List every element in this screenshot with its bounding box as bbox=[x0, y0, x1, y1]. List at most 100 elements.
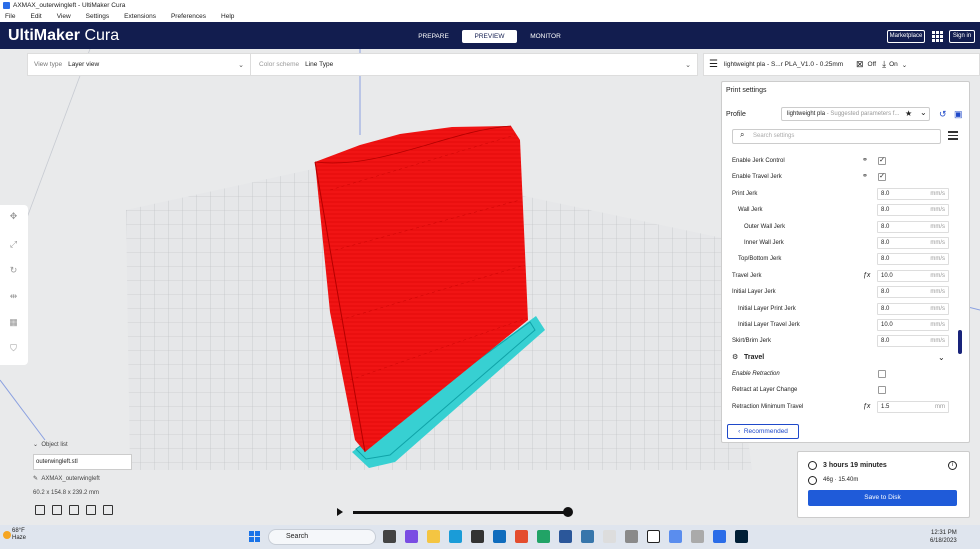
material-usage: 46g · 15.40m bbox=[823, 477, 859, 483]
object-name-field[interactable]: outerwingleft.stl bbox=[33, 454, 132, 470]
setting-checkbox[interactable] bbox=[878, 370, 886, 379]
favorite-star-icon[interactable]: ★ bbox=[905, 109, 912, 118]
menu-file[interactable]: File bbox=[5, 13, 15, 20]
recommended-button[interactable]: ‹ Recommended bbox=[727, 424, 799, 439]
view-top-icon[interactable] bbox=[69, 505, 79, 515]
brand-logo: UltiMaker Cura bbox=[8, 27, 120, 44]
setting-label: Print Jerk bbox=[732, 190, 758, 197]
rotate-icon[interactable]: ↻ bbox=[8, 265, 19, 276]
menu-settings[interactable]: Settings bbox=[86, 13, 110, 20]
office-icon[interactable] bbox=[515, 530, 528, 543]
function-icon[interactable]: ƒx bbox=[863, 268, 870, 284]
file-explorer-icon[interactable] bbox=[427, 530, 440, 543]
system-clock[interactable]: 12:31 PM 6/18/2023 bbox=[930, 529, 957, 545]
start-icon[interactable] bbox=[249, 531, 260, 542]
app-header: UltiMaker Cura PREPARE PREVIEW MONITOR M… bbox=[0, 22, 980, 49]
settings-scrollbar[interactable] bbox=[958, 330, 962, 354]
view-type-select[interactable]: View type Layer view ⌄ bbox=[28, 61, 250, 69]
view-front-icon[interactable] bbox=[52, 505, 62, 515]
app3-icon[interactable] bbox=[691, 530, 704, 543]
tab-prepare[interactable]: PREPARE bbox=[406, 30, 461, 43]
apps-grid-icon[interactable] bbox=[932, 31, 943, 42]
setting-input[interactable]: 8.0 mm/s bbox=[877, 335, 949, 348]
link-icon[interactable]: ⚭ bbox=[862, 153, 868, 169]
app2-icon[interactable] bbox=[669, 530, 682, 543]
save-to-disk-button[interactable]: Save to Disk bbox=[808, 490, 957, 506]
tab-monitor[interactable]: MONITOR bbox=[518, 30, 573, 43]
mail-icon[interactable] bbox=[493, 530, 506, 543]
setting-input[interactable]: 10.0 mm/s bbox=[877, 318, 949, 331]
tab-preview[interactable]: PREVIEW bbox=[462, 30, 517, 43]
setting-input[interactable]: 8.0 mm/s bbox=[877, 286, 949, 299]
setting-input[interactable]: 8.0 mm/s bbox=[877, 253, 949, 266]
support-blocker-icon[interactable]: ⛉ bbox=[8, 343, 19, 354]
info-icon[interactable]: i bbox=[948, 461, 957, 470]
play-icon[interactable] bbox=[337, 508, 343, 516]
chevron-down-icon[interactable]: ⌄ bbox=[938, 350, 945, 366]
settings-search-input[interactable]: Search settings bbox=[732, 129, 941, 144]
object-list-toggle[interactable]: ⌄ Object list bbox=[33, 441, 68, 448]
store-icon[interactable] bbox=[471, 530, 484, 543]
setting-input[interactable]: 8.0 mm/s bbox=[877, 187, 949, 200]
mirror-icon[interactable]: ⇹ bbox=[8, 291, 19, 302]
photoshop-icon[interactable] bbox=[735, 530, 748, 543]
panel-title: Print settings bbox=[726, 87, 767, 94]
excel-icon[interactable] bbox=[537, 530, 550, 543]
word-icon[interactable] bbox=[559, 530, 572, 543]
teams-icon[interactable] bbox=[405, 530, 418, 543]
setting-checkbox[interactable]: ✓ bbox=[878, 157, 886, 165]
scale-icon[interactable]: ⤢ bbox=[8, 239, 19, 250]
print-setup-selector[interactable]: ☰ lightweight pla - S...r PLA_V1.0 - 0.2… bbox=[703, 53, 980, 76]
setting-input[interactable]: 1.5 mm bbox=[877, 400, 949, 413]
edge-icon[interactable] bbox=[449, 530, 462, 543]
revit-icon[interactable] bbox=[647, 530, 660, 543]
chevron-down-icon: ⌄ bbox=[238, 61, 244, 69]
setting-input[interactable]: 8.0 mm/s bbox=[877, 302, 949, 315]
adhesion-on-label: On bbox=[889, 61, 898, 68]
save-profile-icon[interactable]: ▣ bbox=[954, 109, 963, 120]
settings-list: Enable Jerk Control ⚭ ✓ Enable Travel Jerk ⚭… bbox=[732, 153, 951, 415]
taskbar-search[interactable]: Search bbox=[268, 529, 376, 545]
menu-extensions[interactable]: Extensions bbox=[124, 13, 156, 20]
menu-bar: File Edit View Settings Extensions Prefe… bbox=[0, 11, 980, 22]
view-right-icon[interactable] bbox=[103, 505, 113, 515]
menu-view[interactable]: View bbox=[57, 13, 71, 20]
color-scheme-value: Line Type bbox=[305, 61, 334, 68]
settings-menu-icon[interactable] bbox=[948, 131, 958, 140]
menu-help[interactable]: Help bbox=[221, 13, 234, 20]
setting-label: Travel bbox=[744, 353, 765, 361]
setting-checkbox[interactable]: ✓ bbox=[878, 173, 886, 182]
reset-icon[interactable]: ↺ bbox=[939, 109, 947, 120]
edit-icon: ✎ bbox=[33, 476, 39, 482]
function-icon[interactable]: ƒx bbox=[863, 399, 870, 415]
view-3d-icon[interactable] bbox=[35, 505, 45, 515]
link-icon[interactable]: ⚭ bbox=[862, 169, 868, 185]
marketplace-button[interactable]: Marketplace bbox=[887, 30, 925, 43]
sign-in-button[interactable]: Sign in bbox=[949, 30, 975, 43]
setting-row: Initial Layer Travel Jerk 10.0 mm/s bbox=[732, 317, 951, 333]
menu-edit[interactable]: Edit bbox=[30, 13, 41, 20]
weather-widget[interactable]: 68°F Haze bbox=[3, 528, 26, 542]
view-type-value: Layer view bbox=[68, 61, 100, 68]
setting-row: Retraction Minimum Travel ƒx 1.5 mm bbox=[732, 399, 951, 415]
setting-row: Top/Bottom Jerk 8.0 mm/s bbox=[732, 251, 951, 267]
chrome-icon[interactable] bbox=[603, 530, 616, 543]
setting-input[interactable]: 8.0 mm/s bbox=[877, 236, 949, 249]
adhesion-icon: ⤓ bbox=[882, 59, 887, 69]
cura-taskbar-icon[interactable] bbox=[713, 530, 726, 543]
menu-preferences[interactable]: Preferences bbox=[171, 13, 206, 20]
setting-input[interactable]: 10.0 mm/s bbox=[877, 269, 949, 282]
photos-icon[interactable] bbox=[625, 530, 638, 543]
slider-handle[interactable] bbox=[563, 507, 573, 517]
setting-input[interactable]: 8.0 mm/s bbox=[877, 220, 949, 233]
layer-path-slider[interactable] bbox=[353, 511, 569, 514]
app-icon[interactable] bbox=[581, 530, 594, 543]
task-view-icon[interactable] bbox=[383, 530, 396, 543]
per-model-settings-icon[interactable]: ▦ bbox=[8, 317, 19, 328]
color-scheme-select[interactable]: Color scheme Line Type ⌄ bbox=[251, 61, 697, 69]
setting-input[interactable]: 8.0 mm/s bbox=[877, 204, 949, 217]
window-titlebar: AXMAX_outerwingleft - UltiMaker Cura bbox=[0, 0, 980, 11]
setting-checkbox[interactable] bbox=[878, 386, 886, 395]
move-icon[interactable]: ✥ bbox=[8, 211, 19, 222]
view-left-icon[interactable] bbox=[86, 505, 96, 515]
